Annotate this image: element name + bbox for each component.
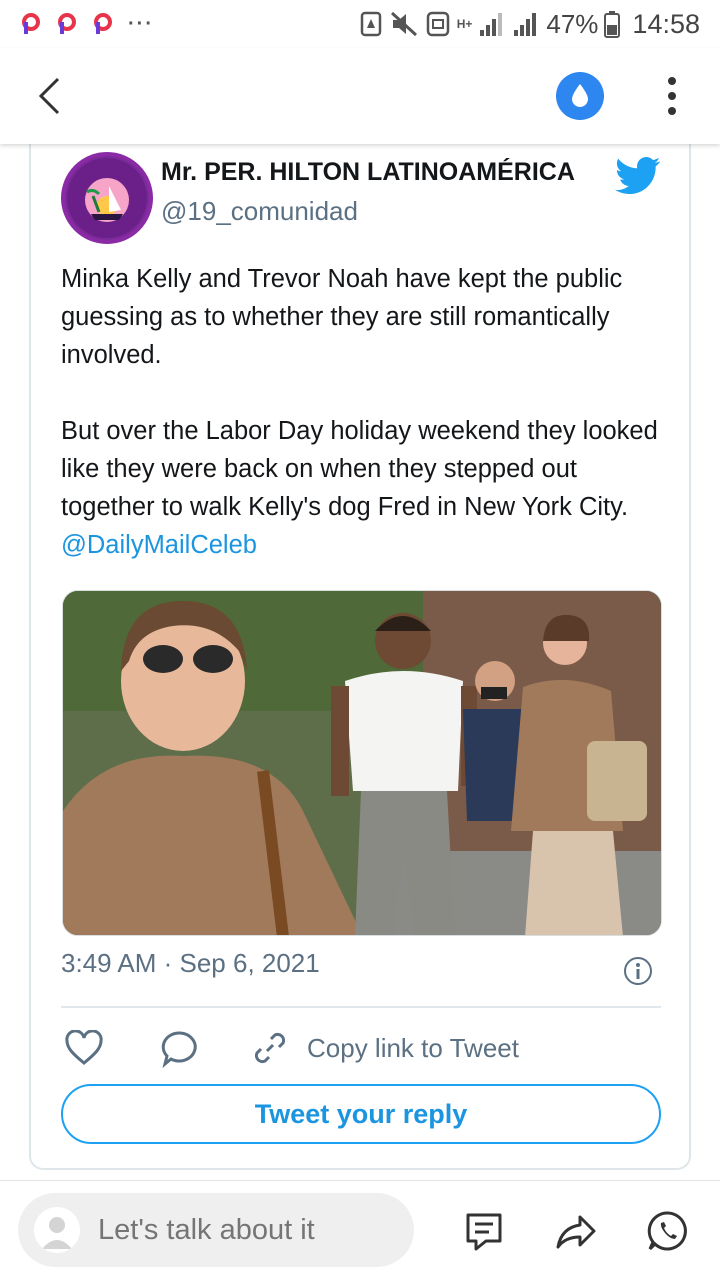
data-saver-icon	[360, 11, 381, 37]
tweet-text: Minka Kelly and Trevor Noah have kept th…	[61, 260, 661, 564]
back-button[interactable]	[28, 74, 72, 118]
clock: 14:58	[632, 8, 700, 39]
info-icon[interactable]	[623, 956, 653, 986]
mute-icon	[390, 11, 417, 37]
copy-link-label: Copy link to Tweet	[307, 1032, 519, 1063]
tweet-card: Mr. PER. HILTON LATINOAMÉRICA @19_comuni…	[29, 136, 691, 1170]
user-avatar	[34, 1207, 80, 1253]
app-notification-icon	[22, 13, 40, 34]
street-photo-image	[63, 591, 661, 935]
reply-bubble-icon	[161, 1031, 197, 1069]
notification-icons	[20, 13, 114, 35]
system-icons: H+ 47% 14:58	[359, 9, 700, 40]
app-notification-icon	[94, 13, 112, 34]
tweet-paragraph-1: Minka Kelly and Trevor Noah have kept th…	[61, 265, 623, 369]
content-area: Mr. PER. HILTON LATINOAMÉRICA @19_comuni…	[0, 136, 720, 1180]
tweet-photo[interactable]	[62, 590, 662, 936]
signal-icon	[480, 13, 503, 36]
divider	[61, 1006, 661, 1008]
screen: ··· H+ 47% 14:58 Mr. PER. HILTON LATINOA…	[0, 0, 720, 1280]
back-chevron-icon	[38, 77, 60, 115]
share-icon[interactable]	[554, 1209, 598, 1253]
tweet-timestamp[interactable]: 3:49 AM · Sep 6, 2021	[61, 948, 320, 979]
tweet-paragraph-2: But over the Labor Day holiday weekend t…	[61, 412, 661, 564]
status-bar: ··· H+ 47% 14:58	[0, 0, 720, 48]
bottom-comment-bar	[0, 1180, 720, 1280]
more-vertical-icon	[668, 77, 676, 115]
comment-pill[interactable]	[18, 1193, 414, 1267]
person-icon	[42, 1217, 72, 1249]
tweet-reply-button[interactable]: Tweet your reply	[61, 1084, 661, 1144]
battery-percent: 47%	[546, 8, 599, 39]
comment-input[interactable]	[98, 1213, 398, 1247]
author-name[interactable]: Mr. PER. HILTON LATINOAMÉRICA	[161, 158, 595, 187]
author-handle[interactable]: @19_comunidad	[161, 196, 358, 227]
comment-icon[interactable]	[462, 1209, 506, 1253]
water-drop-button[interactable]	[556, 72, 604, 120]
twitter-bird-icon[interactable]	[615, 156, 661, 196]
app-bar	[0, 48, 720, 144]
network-type-label: H+	[456, 17, 473, 31]
mention-link[interactable]: @DailyMailCeleb	[61, 531, 257, 559]
signal-icon-2	[514, 13, 537, 36]
app-notification-icon	[58, 13, 76, 34]
tweet-paragraph-2-text: But over the Labor Day holiday weekend t…	[61, 417, 658, 521]
heart-icon	[65, 1029, 103, 1065]
copy-link-button[interactable]: Copy link to Tweet	[251, 1028, 519, 1068]
reply-icon-button[interactable]	[161, 1030, 199, 1069]
link-icon	[254, 1032, 286, 1064]
more-options-button[interactable]	[652, 72, 692, 120]
like-button[interactable]	[65, 1029, 103, 1066]
more-notifications-indicator: ···	[128, 13, 154, 35]
avatar-logo-image	[67, 158, 147, 238]
nfc-icon	[426, 11, 449, 37]
battery-icon	[604, 11, 621, 38]
water-drop-icon	[572, 84, 588, 107]
whatsapp-icon[interactable]	[646, 1209, 690, 1253]
author-avatar[interactable]	[61, 152, 153, 244]
